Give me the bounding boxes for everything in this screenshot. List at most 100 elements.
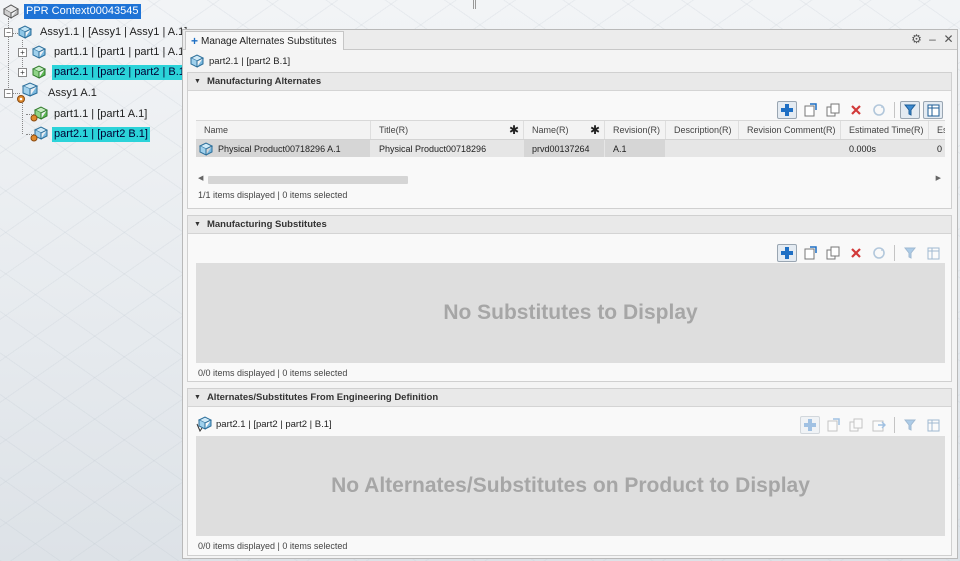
filter-icon[interactable] bbox=[900, 416, 920, 434]
engineering-context-label: part2.1 | [part2 | part2 | B.1] bbox=[216, 418, 332, 430]
add-icon[interactable] bbox=[777, 244, 797, 262]
filter-icon[interactable] bbox=[900, 244, 920, 262]
manufactured-assembly-icon bbox=[17, 82, 39, 103]
table-row[interactable]: Physical Product00718296 A.1 Physical Pr… bbox=[196, 140, 945, 157]
column-settings-icon[interactable] bbox=[923, 101, 943, 119]
close-icon[interactable]: ✕ bbox=[943, 32, 954, 46]
copy-icon[interactable] bbox=[823, 244, 843, 262]
tree-item-label: PPR Context00043545 bbox=[24, 3, 141, 19]
column-header-label: Name(R) bbox=[532, 125, 569, 135]
replace-icon[interactable] bbox=[800, 101, 820, 119]
alternates-table: Name Title(R) ✱ Name(R) ✱ Revision(R) Desc… bbox=[196, 120, 945, 157]
filter-icon[interactable] bbox=[900, 101, 920, 119]
tree-item-mfg-part1[interactable]: part1.1 | [part1 A.1] bbox=[30, 106, 149, 122]
toolbar-separator bbox=[894, 417, 895, 433]
status-text: 1/1 items displayed | 0 items selected bbox=[198, 190, 348, 200]
section-manufacturing-substitutes: ▼ Manufacturing Substitutes No Substitut… bbox=[187, 215, 952, 382]
cell-revision-comment bbox=[739, 140, 841, 157]
part-icon bbox=[31, 45, 47, 59]
context-label: part2.1 | [part2 B.1] bbox=[209, 55, 291, 67]
sync-icon[interactable] bbox=[869, 101, 889, 119]
plus-icon: + bbox=[191, 34, 199, 48]
tree-item-label: part2.1 | [part2 B.1] bbox=[52, 126, 150, 142]
tree-item-part2[interactable]: part2.1 | [part2 | part2 | B.1 bbox=[30, 64, 187, 80]
section-header[interactable]: ▼ Manufacturing Alternates bbox=[188, 73, 951, 91]
collapse-icon[interactable]: − bbox=[4, 28, 13, 37]
manage-alternates-panel: + Manage Alternates Substitutes ⚙ – ✕ pa… bbox=[182, 29, 958, 559]
sync-icon[interactable] bbox=[869, 244, 889, 262]
column-header[interactable]: Estimated Time(R) bbox=[841, 121, 929, 139]
context-icon bbox=[2, 4, 20, 19]
tree-item-part1[interactable]: part1.1 | [part1 | part1 | A.1 bbox=[30, 44, 186, 60]
required-star-icon: ✱ bbox=[589, 123, 600, 137]
column-header[interactable]: Name bbox=[196, 121, 371, 139]
scroll-left-icon[interactable]: ◀ bbox=[198, 174, 203, 182]
part-icon bbox=[198, 141, 214, 156]
expand-icon[interactable]: + bbox=[18, 48, 27, 57]
column-header[interactable]: Revision(R) bbox=[605, 121, 666, 139]
tree-item-root[interactable]: PPR Context00043545 bbox=[2, 3, 141, 19]
empty-message: No Alternates/Substitutes on Product to … bbox=[331, 474, 810, 497]
tree-item-label: Assy1 A.1 bbox=[48, 86, 97, 99]
collapse-icon[interactable]: − bbox=[4, 89, 13, 98]
empty-engineering: No Alternates/Substitutes on Product to … bbox=[196, 436, 945, 536]
tree-item-assy-a1[interactable]: Assy1 A.1 bbox=[16, 82, 99, 103]
expand-icon[interactable]: + bbox=[18, 68, 27, 77]
column-settings-icon[interactable] bbox=[923, 244, 943, 262]
toolbar-separator bbox=[894, 102, 895, 118]
manufactured-part-icon bbox=[30, 106, 48, 122]
copy-icon[interactable] bbox=[823, 101, 843, 119]
section-engineering-definition: ▼ Alternates/Substitutes From Engineerin… bbox=[187, 388, 952, 556]
copy-icon[interactable] bbox=[846, 416, 866, 434]
delete-icon[interactable] bbox=[846, 101, 866, 119]
collapse-triangle-icon[interactable]: ▼ bbox=[194, 394, 201, 401]
tree-item-mfg-part2[interactable]: part2.1 | [part2 B.1] bbox=[30, 126, 150, 142]
minimize-icon[interactable]: – bbox=[927, 32, 938, 46]
transfer-icon[interactable] bbox=[869, 416, 889, 434]
tab-manage-alternates[interactable]: + Manage Alternates Substitutes bbox=[185, 31, 344, 50]
gear-icon[interactable]: ⚙ bbox=[911, 32, 922, 46]
add-icon[interactable] bbox=[777, 101, 797, 119]
horizontal-scrollbar[interactable]: ◀ ▶ bbox=[196, 174, 945, 184]
panel-tabbar: + Manage Alternates Substitutes ⚙ – ✕ bbox=[183, 30, 957, 50]
empty-message: No Substitutes to Display bbox=[443, 301, 698, 324]
scroll-right-icon[interactable]: ▶ bbox=[936, 174, 941, 182]
product-tree: PPR Context00043545 − Assy1.1 | [Assy1 |… bbox=[0, 0, 187, 150]
splitter-handle[interactable] bbox=[473, 0, 476, 9]
column-header[interactable]: Es bbox=[929, 121, 945, 139]
table-header: Name Title(R) ✱ Name(R) ✱ Revision(R) Desc… bbox=[196, 121, 945, 140]
column-header[interactable]: Name(R) ✱ bbox=[524, 121, 605, 139]
section-header[interactable]: ▼ Alternates/Substitutes From Engineerin… bbox=[188, 389, 951, 407]
assembly-icon bbox=[17, 25, 33, 39]
section-header[interactable]: ▼ Manufacturing Substitutes bbox=[188, 216, 951, 234]
engineering-context: part2.1 | [part2 | part2 | B.1] bbox=[196, 416, 332, 432]
add-icon[interactable] bbox=[800, 416, 820, 434]
part-icon bbox=[189, 54, 205, 68]
replace-icon[interactable] bbox=[800, 244, 820, 262]
column-header[interactable]: Title(R) ✱ bbox=[371, 121, 524, 139]
alternates-toolbar bbox=[777, 101, 943, 119]
cell-estimated-time: 0.000s bbox=[841, 140, 929, 157]
cell-revision: A.1 bbox=[605, 140, 666, 157]
tree-item-label: part1.1 | [part1 | part1 | A.1 bbox=[54, 45, 185, 58]
status-text: 0/0 items displayed | 0 items selected bbox=[198, 541, 348, 551]
scroll-thumb[interactable] bbox=[208, 176, 408, 184]
replace-icon[interactable] bbox=[823, 416, 843, 434]
column-settings-icon[interactable] bbox=[923, 416, 943, 434]
cell-es: 0 bbox=[929, 140, 945, 157]
substitutes-toolbar bbox=[777, 244, 943, 262]
delete-icon[interactable] bbox=[846, 244, 866, 262]
cell-name-text: Physical Product00718296 A.1 bbox=[218, 143, 341, 154]
collapse-triangle-icon[interactable]: ▼ bbox=[194, 78, 201, 85]
column-header-label: Title(R) bbox=[379, 125, 409, 135]
section-title: Manufacturing Substitutes bbox=[206, 219, 327, 230]
part-green-icon bbox=[31, 65, 47, 79]
engineering-toolbar bbox=[800, 416, 943, 434]
column-header[interactable]: Description(R) bbox=[666, 121, 739, 139]
collapse-triangle-icon[interactable]: ▼ bbox=[194, 221, 201, 228]
tree-item-assy[interactable]: Assy1.1 | [Assy1 | Assy1 | A.1] bbox=[16, 24, 189, 40]
column-header[interactable]: Revision Comment(R) bbox=[739, 121, 841, 139]
window-controls: ⚙ – ✕ bbox=[911, 32, 954, 46]
tree-item-label: part2.1 | [part2 | part2 | B.1 bbox=[52, 64, 187, 80]
cell-title: Physical Product00718296 bbox=[371, 140, 524, 157]
